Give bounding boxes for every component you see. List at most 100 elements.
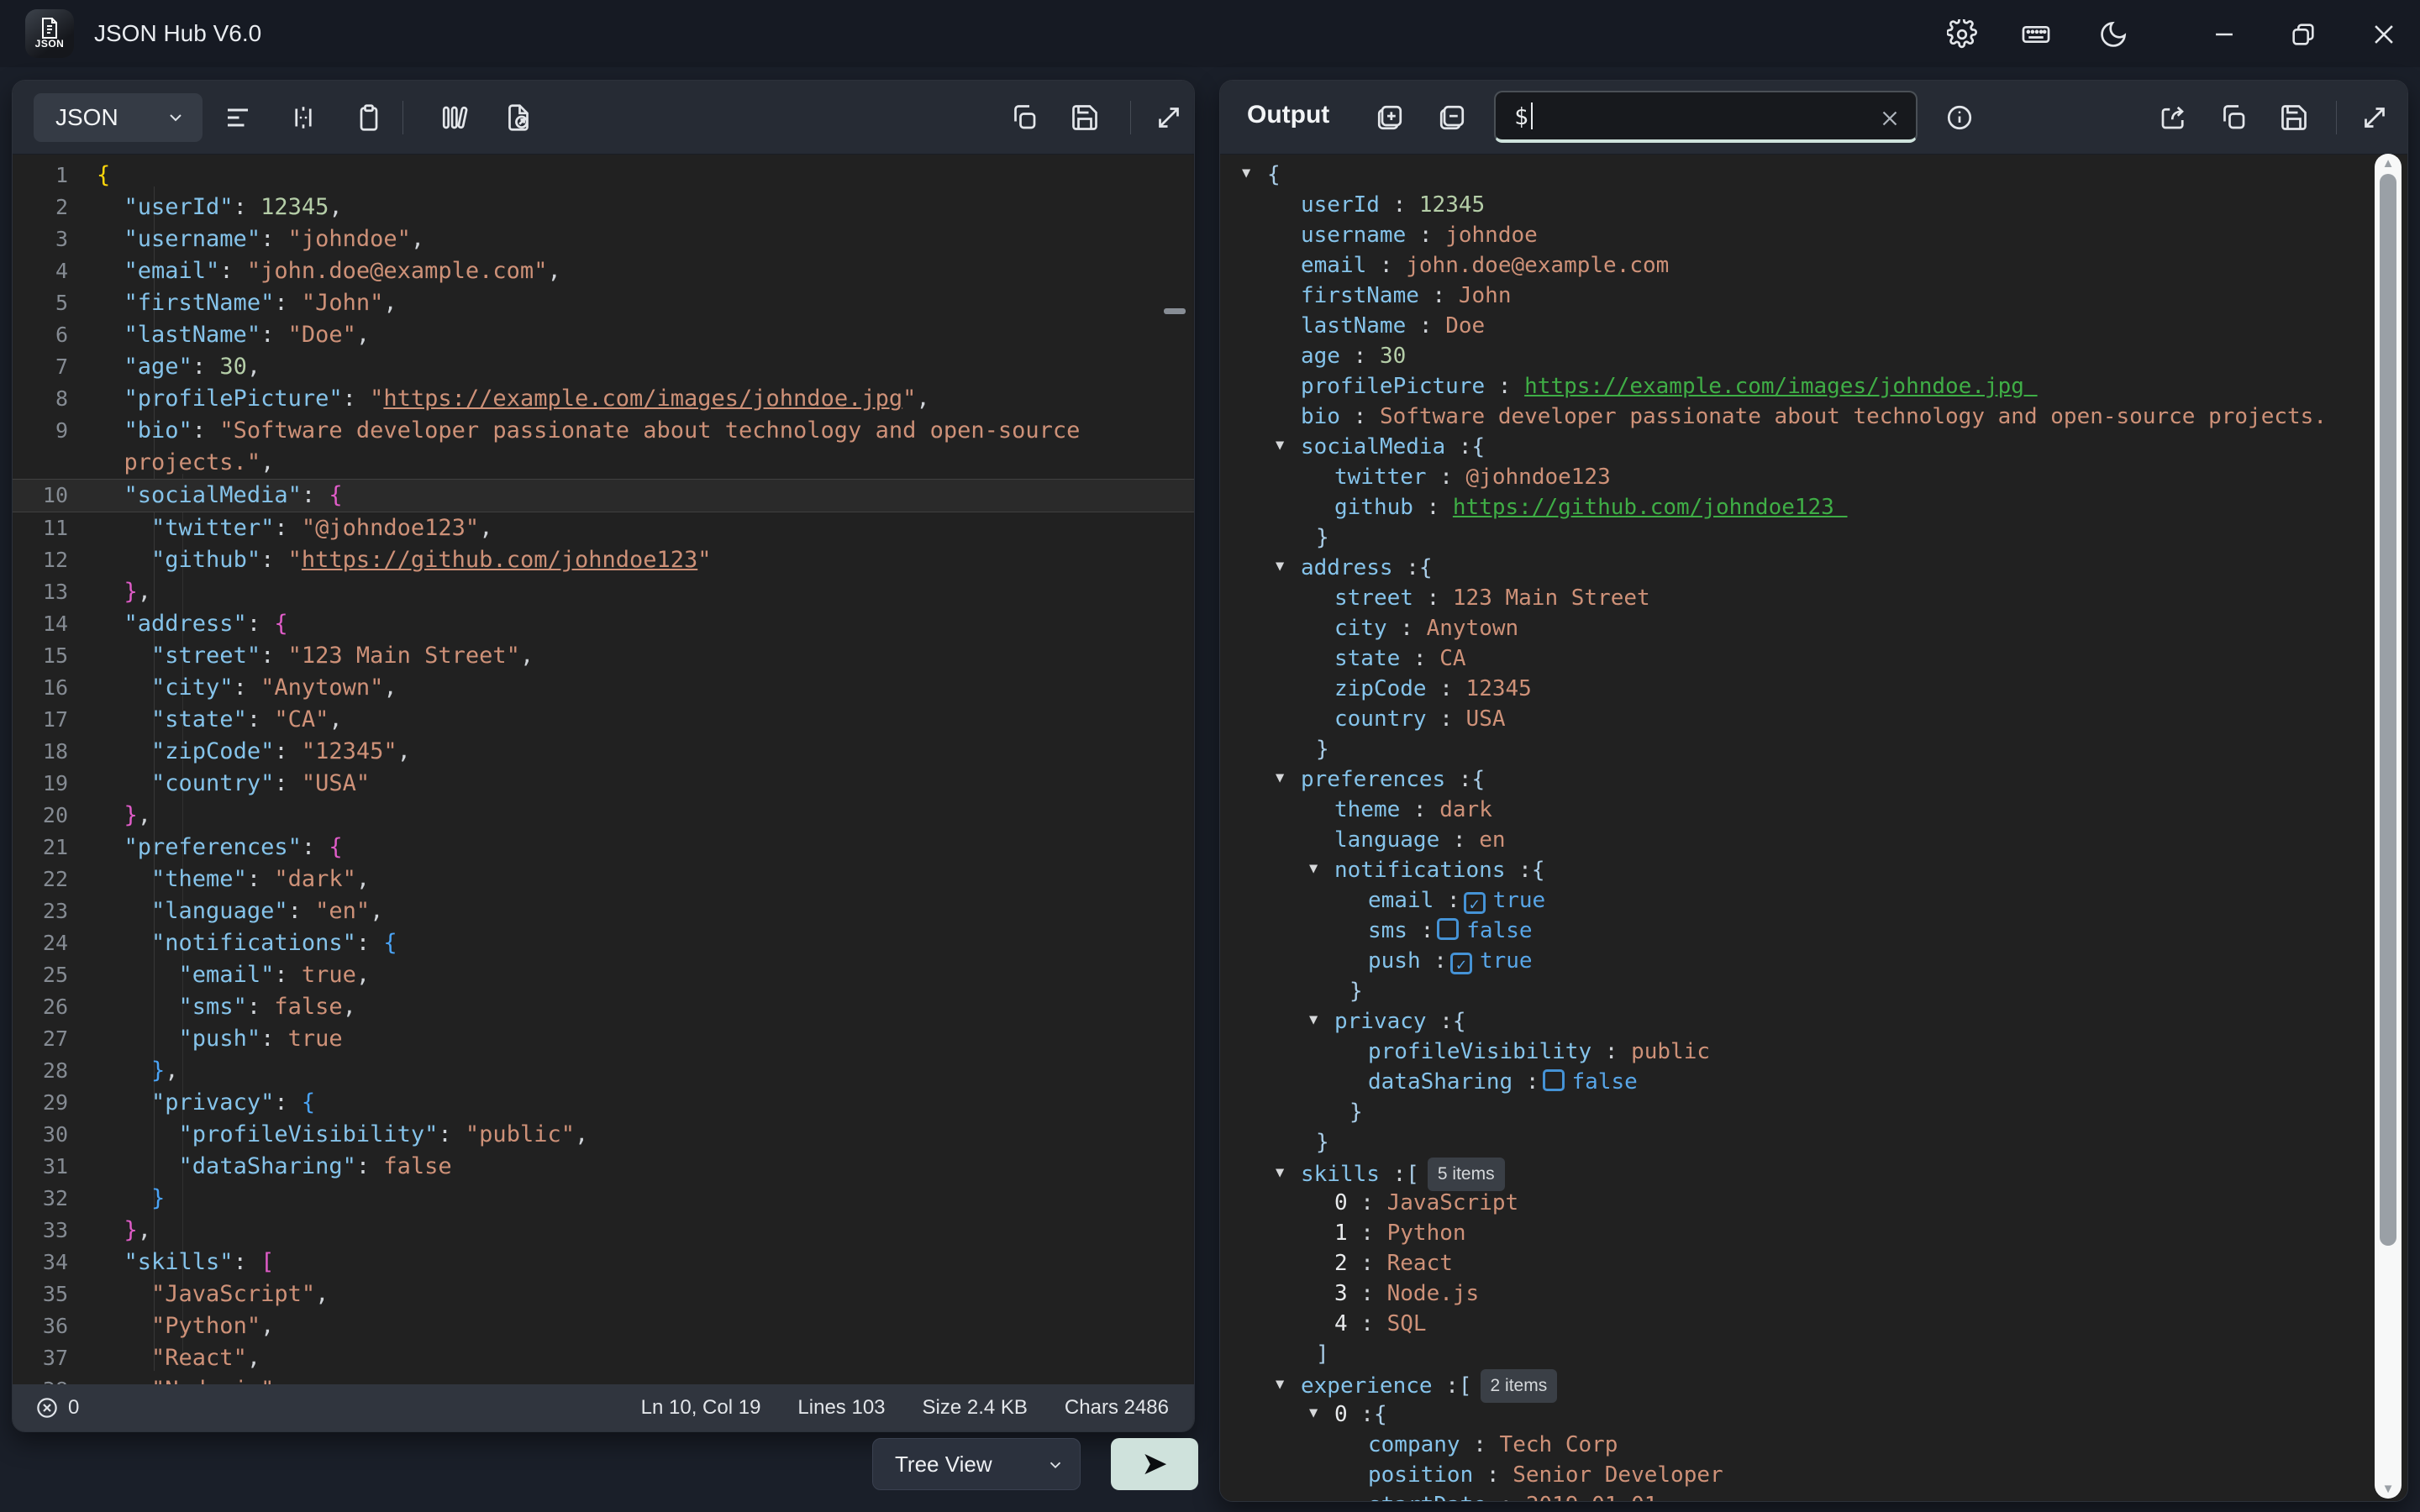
- info-icon[interactable]: [1944, 102, 1975, 133]
- collapse-triangle-icon[interactable]: ▼: [1276, 551, 1301, 581]
- collapse-triangle-icon[interactable]: ▼: [1242, 158, 1267, 188]
- tree-row[interactable]: }: [1220, 1127, 2407, 1158]
- collapse-triangle-icon[interactable]: ▼: [1276, 763, 1301, 793]
- expand-icon[interactable]: [1154, 102, 1184, 133]
- code-line[interactable]: 34 "skills": [: [13, 1247, 1194, 1278]
- tree-row[interactable]: 3 : Node.js: [1220, 1278, 2407, 1309]
- expand-all-icon[interactable]: [1375, 102, 1405, 133]
- tree-row[interactable]: 0 : JavaScript: [1220, 1188, 2407, 1218]
- code-line[interactable]: 29 "privacy": {: [13, 1087, 1194, 1119]
- tree-scrollbar[interactable]: ▲ ▼: [2375, 154, 2402, 1499]
- code-line[interactable]: 23 "language": "en",: [13, 895, 1194, 927]
- collapse-triangle-icon[interactable]: ▼: [1276, 1369, 1301, 1399]
- tree-row[interactable]: ▼notifications :{: [1220, 855, 2407, 885]
- tree-row[interactable]: push :✓true: [1220, 946, 2407, 976]
- clear-search-icon[interactable]: [1877, 106, 1902, 131]
- tree-row[interactable]: country : USA: [1220, 704, 2407, 734]
- save-icon[interactable]: [2279, 102, 2309, 133]
- code-line[interactable]: 4 "email": "john.doe@example.com",: [13, 255, 1194, 287]
- tree-row[interactable]: github : https://github.com/johndoe123: [1220, 492, 2407, 522]
- checkbox-unchecked-icon[interactable]: [1437, 918, 1459, 940]
- code-line[interactable]: 19 "country": "USA": [13, 768, 1194, 800]
- code-line[interactable]: 31 "dataSharing": false: [13, 1151, 1194, 1183]
- checkbox-checked-icon[interactable]: ✓: [1450, 953, 1472, 974]
- tree-row[interactable]: ▼socialMedia :{: [1220, 432, 2407, 462]
- code-line[interactable]: 5 "firstName": "John",: [13, 287, 1194, 319]
- tree-row[interactable]: language : en: [1220, 825, 2407, 855]
- tree-row[interactable]: theme : dark: [1220, 795, 2407, 825]
- view-mode-select[interactable]: Tree View: [872, 1438, 1081, 1490]
- minify-icon[interactable]: [288, 102, 318, 133]
- json-tree-view[interactable]: ▼{userId : 12345username : johndoeemail …: [1220, 155, 2407, 1501]
- code-line[interactable]: 18 "zipCode": "12345",: [13, 736, 1194, 768]
- code-line[interactable]: 1{: [13, 160, 1194, 192]
- tree-row[interactable]: ▼skills :[5 items: [1220, 1158, 2407, 1188]
- collapse-triangle-icon[interactable]: ▼: [1309, 1005, 1334, 1035]
- code-line[interactable]: 33 },: [13, 1215, 1194, 1247]
- tree-row[interactable]: }: [1220, 976, 2407, 1006]
- tree-row[interactable]: }: [1220, 1097, 2407, 1127]
- tree-row[interactable]: dataSharing :false: [1220, 1067, 2407, 1097]
- code-line[interactable]: 24 "notifications": {: [13, 927, 1194, 959]
- code-line[interactable]: projects.",: [13, 447, 1194, 479]
- code-line[interactable]: 32 }: [13, 1183, 1194, 1215]
- code-line[interactable]: 7 "age": 30,: [13, 351, 1194, 383]
- code-line[interactable]: 16 "city": "Anytown",: [13, 672, 1194, 704]
- code-line[interactable]: 27 "push": true: [13, 1023, 1194, 1055]
- tree-row[interactable]: ]: [1220, 1339, 2407, 1369]
- scroll-down-icon[interactable]: ▼: [2375, 1482, 2402, 1496]
- share-icon[interactable]: [2158, 102, 2188, 133]
- code-line[interactable]: 12 "github": "https://github.com/johndoe…: [13, 544, 1194, 576]
- code-editor[interactable]: 1{2 "userId": 12345,3 "username": "johnd…: [13, 155, 1194, 1384]
- collapse-triangle-icon[interactable]: ▼: [1276, 430, 1301, 460]
- tree-row[interactable]: email : john.doe@example.com: [1220, 250, 2407, 281]
- format-icon[interactable]: [223, 102, 253, 133]
- copy-icon[interactable]: [2218, 102, 2249, 133]
- tree-row[interactable]: zipCode : 12345: [1220, 674, 2407, 704]
- tree-row[interactable]: }: [1220, 734, 2407, 764]
- code-line[interactable]: 26 "sms": false,: [13, 991, 1194, 1023]
- tree-row[interactable]: profileVisibility : public: [1220, 1037, 2407, 1067]
- restore-icon[interactable]: [2287, 18, 2319, 50]
- code-line[interactable]: 21 "preferences": {: [13, 832, 1194, 864]
- tree-row[interactable]: company : Tech Corp: [1220, 1430, 2407, 1460]
- tree-row[interactable]: ▼address :{: [1220, 553, 2407, 583]
- scroll-position-marker[interactable]: [1164, 308, 1186, 314]
- code-line[interactable]: 37 "React",: [13, 1342, 1194, 1374]
- tree-row[interactable]: 4 : SQL: [1220, 1309, 2407, 1339]
- tree-row[interactable]: startDate : 2019-01-01: [1220, 1490, 2407, 1501]
- save-icon[interactable]: [1070, 102, 1100, 133]
- tree-row[interactable]: twitter : @johndoe123: [1220, 462, 2407, 492]
- collapse-all-icon[interactable]: [1437, 102, 1467, 133]
- copy-icon[interactable]: [1009, 102, 1039, 133]
- tree-row[interactable]: position : Senior Developer: [1220, 1460, 2407, 1490]
- code-line[interactable]: 17 "state": "CA",: [13, 704, 1194, 736]
- tree-row[interactable]: ▼privacy :{: [1220, 1006, 2407, 1037]
- tree-row[interactable]: }: [1220, 522, 2407, 553]
- collapse-triangle-icon[interactable]: ▼: [1309, 1398, 1334, 1428]
- collapse-triangle-icon[interactable]: ▼: [1276, 1158, 1301, 1188]
- minimize-icon[interactable]: [2208, 18, 2240, 50]
- paste-icon[interactable]: [354, 102, 384, 133]
- code-line[interactable]: 13 },: [13, 576, 1194, 608]
- jsonpath-search-input[interactable]: $: [1494, 91, 1918, 143]
- tree-row[interactable]: state : CA: [1220, 643, 2407, 674]
- code-line[interactable]: 20 },: [13, 800, 1194, 832]
- code-line[interactable]: 14 "address": {: [13, 608, 1194, 640]
- tree-row[interactable]: firstName : John: [1220, 281, 2407, 311]
- tree-row[interactable]: bio : Software developer passionate abou…: [1220, 402, 2407, 432]
- scrollbar-thumb[interactable]: [2380, 174, 2396, 1246]
- tree-row[interactable]: 2 : React: [1220, 1248, 2407, 1278]
- code-line[interactable]: 2 "userId": 12345,: [13, 192, 1194, 223]
- tree-row[interactable]: username : johndoe: [1220, 220, 2407, 250]
- expand-icon[interactable]: [2360, 102, 2390, 133]
- tree-row[interactable]: email :✓true: [1220, 885, 2407, 916]
- code-line[interactable]: 8 "profilePicture": "https://example.com…: [13, 383, 1194, 415]
- scroll-up-icon[interactable]: ▲: [2375, 156, 2402, 171]
- tree-row[interactable]: ▼{: [1220, 160, 2407, 190]
- tree-row[interactable]: ▼experience :[2 items: [1220, 1369, 2407, 1399]
- tree-row[interactable]: age : 30: [1220, 341, 2407, 371]
- code-line[interactable]: 15 "street": "123 Main Street",: [13, 640, 1194, 672]
- tree-row[interactable]: street : 123 Main Street: [1220, 583, 2407, 613]
- code-line-current[interactable]: 10 "socialMedia": {: [13, 479, 1194, 512]
